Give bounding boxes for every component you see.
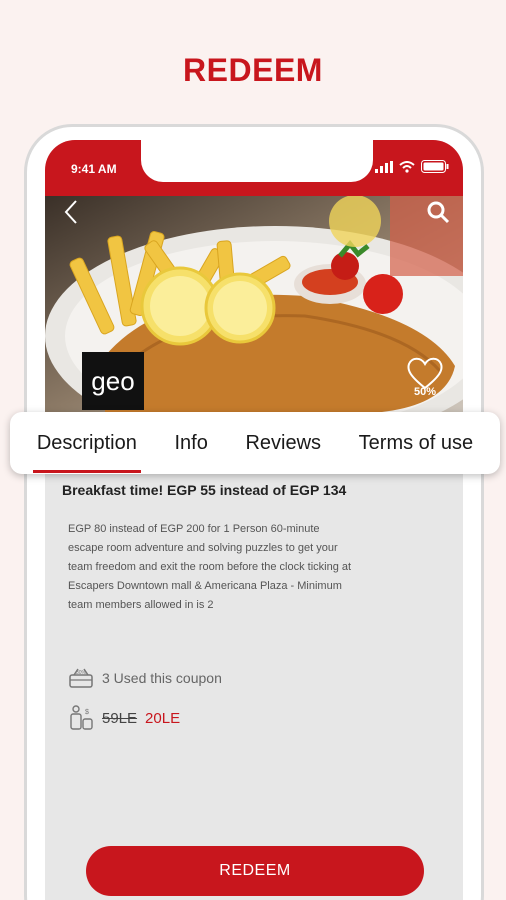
offer-description: EGP 80 instead of EGP 200 for 1 Person 6… — [68, 523, 352, 611]
merchant-logo: geo — [82, 352, 144, 410]
svg-text:$: $ — [85, 709, 89, 716]
discount-label: 50% — [413, 386, 437, 398]
back-icon[interactable] — [60, 198, 82, 226]
tab-terms-of-use[interactable]: Terms of use — [355, 422, 477, 465]
usage-row: 30% 3 Used this coupon — [68, 666, 222, 690]
redeem-button[interactable]: REDEEM — [86, 846, 424, 896]
new-price: 20LE — [145, 709, 181, 727]
system-icons — [375, 160, 449, 173]
price-row: $ 59LE 20LE — [68, 704, 180, 732]
basket-icon: 30% — [69, 668, 93, 688]
signal-icon — [375, 160, 393, 173]
old-price: 59LE — [102, 709, 138, 727]
tab-description[interactable]: Description — [32, 422, 141, 473]
phone-notch — [141, 140, 373, 182]
page-title: REDEEM — [183, 52, 323, 88]
search-icon[interactable] — [426, 200, 450, 224]
usage-count: 3 Used this coupon — [102, 670, 222, 686]
merchant-logo-text: geo — [91, 366, 135, 396]
status-bar: 9:41 AM — [45, 140, 463, 200]
tab-info[interactable]: Info — [170, 422, 211, 465]
detail-tabs: Description Info Reviews Terms of use — [10, 412, 500, 474]
battery-icon — [421, 160, 449, 173]
heart-icon[interactable] — [406, 356, 444, 390]
money-icon: $ — [70, 705, 93, 730]
wifi-icon — [399, 160, 415, 173]
svg-text:30%: 30% — [76, 670, 87, 676]
status-time: 9:41 AM — [71, 162, 117, 176]
favorite-badge[interactable]: 50% — [404, 356, 446, 412]
tab-reviews[interactable]: Reviews — [241, 422, 325, 465]
offer-title: Breakfast time! EGP 55 instead of EGP 13… — [62, 482, 347, 498]
